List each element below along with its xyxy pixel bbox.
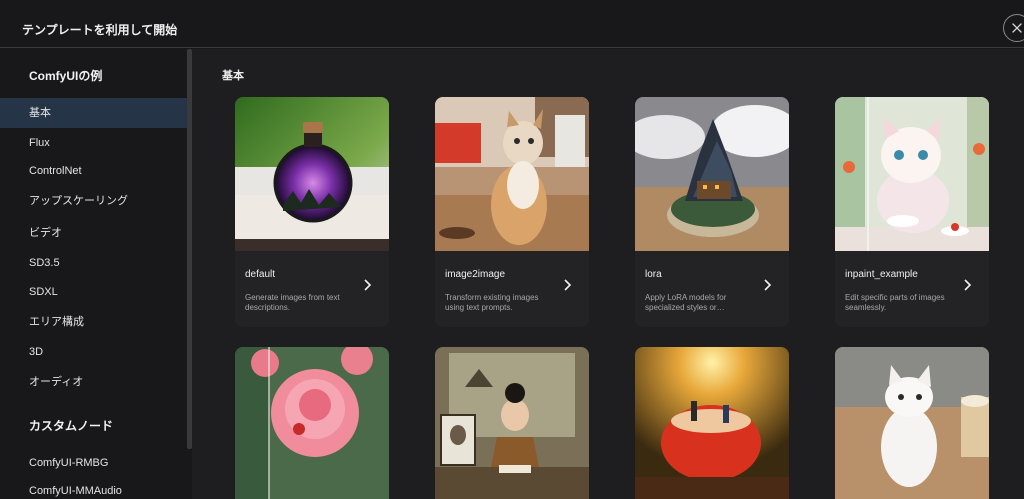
template-thumbnail xyxy=(835,347,989,499)
template-thumbnail xyxy=(635,97,789,251)
sidebar-heading: ComfyUIの例 xyxy=(29,69,103,83)
template-card-description: Transform existing images using text pro… xyxy=(445,293,539,312)
template-card-description: Edit specific parts of images seamlessly… xyxy=(845,293,945,312)
section-title: 基本 xyxy=(222,70,244,82)
sidebar-item-comfyui-rmbg[interactable]: ComfyUI-RMBG xyxy=(0,448,187,478)
template-thumbnail xyxy=(635,347,789,499)
template-gallery: 基本 default Generate images from text des… xyxy=(192,49,1024,499)
dialog-title: テンプレートを利用して開始 xyxy=(22,23,178,37)
sidebar-item-comfyui-mmaudio[interactable]: ComfyUI-MMAudio xyxy=(0,476,187,499)
sidebar-item-sd35[interactable]: SD3.5 xyxy=(0,248,187,278)
sidebar-item-video[interactable]: ビデオ xyxy=(0,218,187,248)
sidebar-item-upscaling[interactable]: アップスケーリング xyxy=(0,186,187,216)
chevron-right-icon xyxy=(364,279,372,291)
chevron-right-icon xyxy=(564,279,572,291)
close-icon xyxy=(1012,23,1022,33)
template-card-title: lora xyxy=(645,269,662,280)
template-card-description: Generate images from text descriptions. xyxy=(245,293,340,312)
template-thumbnail xyxy=(435,347,589,499)
template-card-description: Apply LoRA models for specialized styles… xyxy=(645,293,727,312)
template-card-default[interactable]: default Generate images from text descri… xyxy=(235,97,389,327)
sidebar-item-audio[interactable]: オーディオ xyxy=(0,367,187,397)
sidebar-item-sdxl[interactable]: SDXL xyxy=(0,277,187,307)
template-card-title: inpaint_example xyxy=(845,269,918,280)
template-card-rose[interactable] xyxy=(235,347,389,499)
template-card-tomato[interactable] xyxy=(635,347,789,499)
template-thumbnail xyxy=(835,97,989,251)
sidebar-item-3d[interactable]: 3D xyxy=(0,337,187,367)
template-card-cat-cup[interactable] xyxy=(835,347,989,499)
template-thumbnail xyxy=(235,97,389,251)
template-card-woman[interactable] xyxy=(435,347,589,499)
template-card-inpaint-example[interactable]: inpaint_example Edit specific parts of i… xyxy=(835,97,989,327)
template-card-image2image[interactable]: image2image Transform existing images us… xyxy=(435,97,589,327)
sidebar-item-basic[interactable]: 基本 xyxy=(0,98,187,128)
sidebar-custom-heading: カスタムノード xyxy=(29,419,114,433)
chevron-right-icon xyxy=(764,279,772,291)
template-card-title: image2image xyxy=(445,269,506,280)
dialog-header: テンプレートを利用して開始 xyxy=(0,0,1024,48)
template-card-lora[interactable]: lora Apply LoRA models for specialized s… xyxy=(635,97,789,327)
template-card-title: default xyxy=(245,269,276,280)
sidebar: ComfyUIの例 基本 Flux ControlNet アップスケーリング ビ… xyxy=(0,49,187,499)
sidebar-item-flux[interactable]: Flux xyxy=(0,128,187,158)
sidebar-item-area-composition[interactable]: エリア構成 xyxy=(0,307,187,337)
close-button[interactable] xyxy=(1003,14,1024,42)
template-thumbnail xyxy=(235,347,389,499)
sidebar-item-controlnet[interactable]: ControlNet xyxy=(0,156,187,186)
chevron-right-icon xyxy=(964,279,972,291)
template-thumbnail xyxy=(435,97,589,251)
